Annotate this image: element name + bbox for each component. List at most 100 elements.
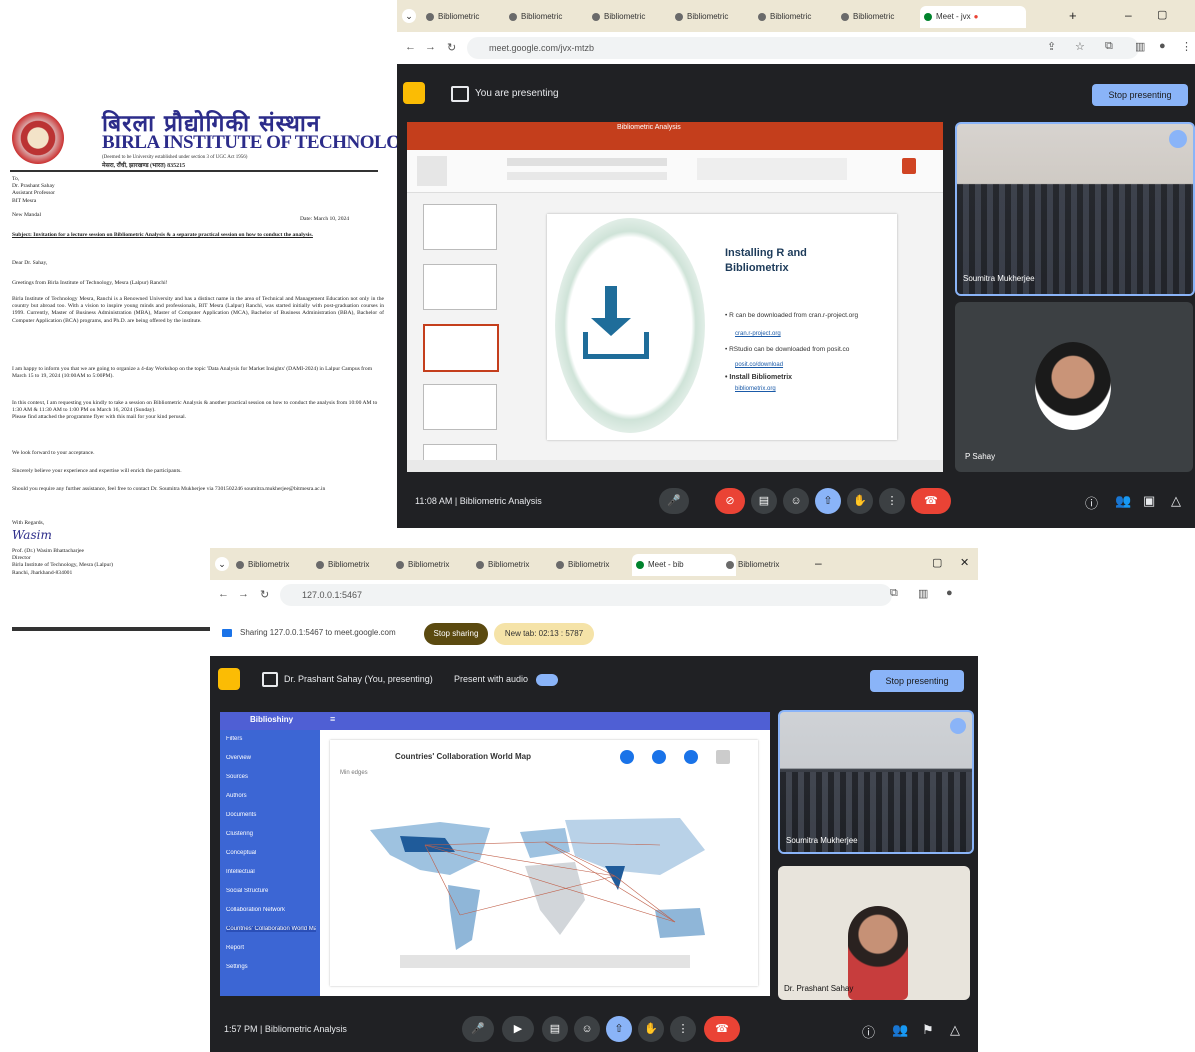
close-window-icon[interactable]: ✕ — [960, 556, 969, 569]
tab-meet-active[interactable]: Meet - jvx ● — [920, 6, 1026, 28]
video-tile-self-2[interactable]: Dr. Prashant Sahay — [778, 866, 970, 1000]
reload-icon-2[interactable]: ↻ — [260, 588, 269, 601]
tab-3[interactable]: Bibliometric — [588, 6, 684, 28]
paste-icon[interactable] — [417, 156, 447, 186]
chat-icon[interactable]: ▣ — [1143, 493, 1155, 509]
activities-icon[interactable]: △ — [1171, 493, 1181, 509]
map-play-icon[interactable] — [620, 750, 634, 764]
new-tab-plus-icon-2[interactable]: – — [815, 556, 822, 570]
slide-link-2[interactable]: posit.co/download — [735, 362, 783, 368]
sidebar-item[interactable]: Overview — [226, 755, 316, 761]
share-page-icon[interactable]: ⇪ — [1047, 40, 1056, 53]
people-icon[interactable]: 👥 — [1115, 493, 1131, 509]
leave-call-button-2[interactable]: ☎ — [704, 1016, 740, 1042]
font-group[interactable] — [507, 158, 667, 166]
people-icon-2[interactable]: 👥 — [892, 1022, 908, 1038]
sidebar-item[interactable]: Collaboration Network — [226, 907, 316, 913]
minimize-icon[interactable]: – — [1125, 8, 1132, 22]
present-button[interactable]: ⇧ — [815, 488, 841, 514]
tab-4[interactable]: Bibliometric — [671, 6, 767, 28]
slide-link-3[interactable]: bibliometrix.org — [735, 386, 776, 392]
raise-hand-button[interactable]: ✋ — [847, 488, 873, 514]
info-icon[interactable]: ⓘ — [1085, 493, 1098, 512]
sidebar-item[interactable]: Countries' Collaboration World Map — [226, 926, 316, 932]
present-screen-icon-2 — [262, 672, 278, 687]
forward-arrow-icon[interactable]: → — [425, 41, 436, 53]
profile-icon-2[interactable]: ● — [946, 587, 953, 599]
camera-off-button[interactable]: ⊘ — [715, 488, 745, 514]
address-bar-2[interactable]: 127.0.0.1:5467 — [280, 584, 892, 606]
sidebar-item[interactable]: Authors — [226, 793, 316, 799]
paragraph-group[interactable] — [507, 172, 667, 180]
slide-thumb-4[interactable] — [423, 384, 497, 430]
stop-presenting-button-2[interactable]: Stop presenting — [870, 670, 964, 692]
activities-icon-2[interactable]: △ — [950, 1022, 960, 1038]
tab-2[interactable]: Bibliometric — [505, 6, 601, 28]
maximize-icon[interactable]: ▢ — [1157, 8, 1167, 21]
emoji-button-2[interactable]: ☺ — [574, 1016, 600, 1042]
extensions-icon-2[interactable]: ⧉ — [890, 587, 898, 600]
tab-5[interactable]: Bibliometric — [754, 6, 850, 28]
asia — [565, 818, 705, 875]
sidebar-item[interactable]: Filters — [226, 736, 316, 742]
sidepanel-icon-2[interactable]: ▥ — [918, 587, 928, 600]
sidebar-item[interactable]: Settings — [226, 964, 316, 970]
new-tab-plus-icon[interactable]: + — [1069, 8, 1077, 23]
emoji-button[interactable]: ☺ — [783, 488, 809, 514]
map-settings-icon[interactable] — [652, 750, 666, 764]
present-audio-toggle[interactable] — [536, 674, 558, 686]
browser-window-2: ⌄ Bibliometrix Bibliometrix Bibliometrix… — [210, 548, 978, 1052]
bookmark-star-icon[interactable]: ☆ — [1075, 40, 1085, 53]
extensions-icon[interactable]: ⧉ — [1105, 40, 1113, 53]
reload-icon[interactable]: ↻ — [447, 41, 456, 54]
captions-button[interactable]: ▤ — [751, 488, 777, 514]
present-button-2[interactable]: ⇧ — [606, 1016, 632, 1042]
mic-button[interactable]: 🎤 — [659, 488, 689, 514]
designer-icon[interactable] — [902, 158, 916, 174]
back-arrow-icon-2[interactable]: ← — [218, 588, 229, 600]
sidebar-item[interactable]: Sources — [226, 774, 316, 780]
captions-button-2[interactable]: ▤ — [542, 1016, 568, 1042]
leave-call-button[interactable]: ☎ — [911, 488, 951, 514]
video-tile-classroom-2[interactable]: Soumitra Mukherjee — [778, 710, 974, 854]
address-bar[interactable]: meet.google.com/jvx-mtzb — [467, 37, 1139, 59]
camera-button-2[interactable]: ▶ — [502, 1016, 534, 1042]
host-controls-icon[interactable]: ⚑ — [922, 1022, 934, 1038]
forward-arrow-icon-2[interactable]: → — [238, 588, 249, 600]
stop-sharing-button[interactable]: Stop sharing — [424, 623, 488, 645]
sidebar-item[interactable]: Intellectual — [226, 869, 316, 875]
more-options-button[interactable]: ⋮ — [879, 488, 905, 514]
video-tile-self[interactable]: P Sahay — [955, 302, 1193, 472]
sidebar-item[interactable]: Conceptual — [226, 850, 316, 856]
slide-link-1[interactable]: cran.r-project.org — [735, 331, 781, 337]
tab-6[interactable]: Bibliometric — [837, 6, 933, 28]
tab-search-button-2[interactable]: ⌄ — [215, 557, 229, 571]
raise-hand-button-2[interactable]: ✋ — [638, 1016, 664, 1042]
info-icon-2[interactable]: ⓘ — [862, 1022, 875, 1041]
hide-button[interactable]: New tab: 02:13 : 5787 — [494, 623, 594, 645]
sidebar-item[interactable]: Clustering — [226, 831, 316, 837]
map-download-icon[interactable] — [684, 750, 698, 764]
slide-thumb-2[interactable] — [423, 264, 497, 310]
profile-icon[interactable]: ● — [1159, 40, 1166, 52]
tab2-meet-active[interactable]: Meet - bib — [632, 554, 736, 576]
tab2-7[interactable]: Bibliometrix — [722, 554, 818, 576]
slide-thumb-3-selected[interactable] — [423, 324, 499, 372]
video-tile-classroom[interactable]: Soumitra Mukherjee — [955, 122, 1195, 296]
sidebar-item[interactable]: Social Structure — [226, 888, 316, 894]
mic-button-2[interactable]: 🎤 — [462, 1016, 494, 1042]
back-arrow-icon[interactable]: ← — [405, 41, 416, 53]
tab-search-button[interactable]: ⌄ — [402, 9, 416, 23]
maximize-icon-2[interactable]: ▢ — [932, 556, 942, 569]
sidebar-item[interactable]: Report — [226, 945, 316, 951]
sidebar-item[interactable]: Documents — [226, 812, 316, 818]
slide-thumb-1[interactable] — [423, 204, 497, 250]
menu-kebab-icon[interactable]: ⋮ — [1181, 40, 1192, 53]
drawing-group[interactable] — [697, 158, 847, 180]
stop-presenting-button[interactable]: Stop presenting — [1092, 84, 1188, 106]
tab-1[interactable]: Bibliometric — [422, 6, 518, 28]
sidebar-toggle-icon[interactable]: ≡ — [330, 714, 335, 724]
sidepanel-icon[interactable]: ▥ — [1135, 40, 1145, 53]
map-export-icon[interactable] — [716, 750, 730, 764]
more-options-button-2[interactable]: ⋮ — [670, 1016, 696, 1042]
